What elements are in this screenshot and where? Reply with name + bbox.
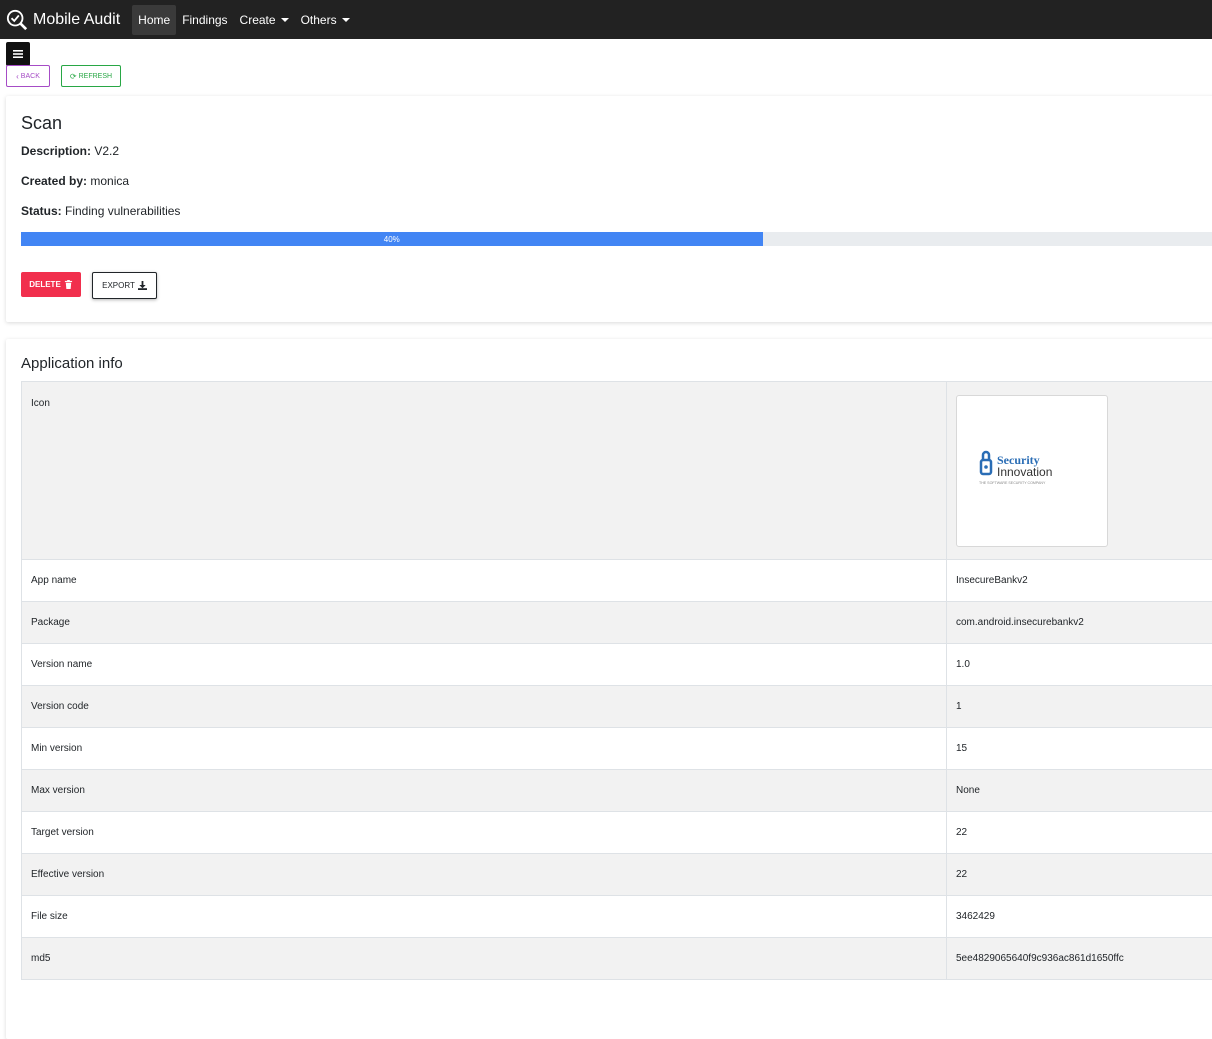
row-value: 22: [947, 854, 1212, 896]
row-value: None: [947, 770, 1212, 812]
nav-menu: Home Findings Create Others: [132, 0, 355, 39]
nav-others-dropdown[interactable]: Others: [295, 5, 356, 35]
row-key: md5: [22, 938, 947, 980]
caret-down-icon: [342, 18, 350, 22]
row-key: Package: [22, 602, 947, 644]
table-row: Min version15: [22, 728, 1212, 770]
caret-down-icon: [281, 18, 289, 22]
scan-title: Scan: [21, 113, 62, 134]
row-key: Icon: [22, 382, 947, 560]
table-row: File size3462429: [22, 896, 1212, 938]
row-key: Version code: [22, 686, 947, 728]
scan-status: Status: Finding vulnerabilities: [21, 204, 180, 218]
app-icon-image: Security Innovation THE SOFTWARE SECURIT…: [956, 395, 1108, 547]
logo-tagline: THE SOFTWARE SECURITY COMPANY: [979, 481, 1046, 485]
application-info-title: Application info: [21, 355, 123, 372]
progress-label: 40%: [384, 235, 400, 244]
row-key: Max version: [22, 770, 947, 812]
download-icon: [138, 281, 147, 290]
table-row-icon: Icon Security Innovation THE SOFTWARE SE…: [22, 382, 1212, 560]
created-by-value: monica: [90, 174, 129, 188]
nav-findings-label: Findings: [182, 13, 227, 27]
scan-progress-bar: 40%: [21, 232, 763, 246]
table-row: md55ee4829065640f9c936ac861d1650ffc: [22, 938, 1212, 980]
table-row: Packagecom.android.insecurebankv2: [22, 602, 1212, 644]
export-button[interactable]: EXPORT: [92, 272, 157, 299]
scan-description: Description: V2.2: [21, 144, 119, 158]
description-label: Description:: [21, 144, 91, 158]
row-value: 1.0: [947, 644, 1212, 686]
back-label: BACK: [21, 73, 40, 80]
row-key: File size: [22, 896, 947, 938]
row-value: 15: [947, 728, 1212, 770]
table-row: App nameInsecureBankv2: [22, 560, 1212, 602]
application-info-card: Application info Icon Security Innovatio…: [6, 339, 1212, 1039]
export-label: EXPORT: [102, 281, 135, 290]
nav-findings[interactable]: Findings: [176, 5, 233, 35]
status-value: Finding vulnerabilities: [65, 204, 180, 218]
nav-home[interactable]: Home: [132, 5, 176, 35]
table-row: Target version22: [22, 812, 1212, 854]
row-key: Target version: [22, 812, 947, 854]
row-value: 3462429: [947, 896, 1212, 938]
scan-created-by: Created by: monica: [21, 174, 129, 188]
nav-create-dropdown[interactable]: Create: [234, 5, 295, 35]
sidebar-toggle-button[interactable]: [6, 42, 30, 66]
delete-label: DELETE: [29, 280, 61, 289]
nav-create-label: Create: [240, 13, 276, 27]
status-label: Status:: [21, 204, 62, 218]
table-row: Version name1.0: [22, 644, 1212, 686]
check-magnifier-icon: [6, 9, 28, 31]
trash-icon: [64, 280, 73, 289]
row-key: Effective version: [22, 854, 947, 896]
scan-progress: 40%: [21, 232, 1212, 246]
row-value: Security Innovation THE SOFTWARE SECURIT…: [947, 382, 1212, 560]
row-value: com.android.insecurebankv2: [947, 602, 1212, 644]
description-value: V2.2: [94, 144, 119, 158]
refresh-label: REFRESH: [79, 73, 112, 80]
brand-link[interactable]: Mobile Audit: [6, 0, 120, 39]
row-value: InsecureBankv2: [947, 560, 1212, 602]
chevron-left-icon: ‹: [16, 72, 19, 81]
row-key: Min version: [22, 728, 947, 770]
brand-name: Mobile Audit: [33, 11, 120, 29]
hamburger-icon: [13, 49, 23, 59]
back-button[interactable]: ‹ BACK: [6, 65, 50, 87]
scan-card: Scan Description: V2.2 Created by: monic…: [6, 96, 1212, 322]
nav-home-label: Home: [138, 13, 170, 27]
row-value: 1: [947, 686, 1212, 728]
table-row: Effective version22: [22, 854, 1212, 896]
refresh-button[interactable]: ⟳ REFRESH: [61, 65, 121, 87]
top-navbar: Mobile Audit Home Findings Create Others: [0, 0, 1212, 39]
application-info-table: Icon Security Innovation THE SOFTWARE SE…: [21, 381, 1212, 980]
row-value: 22: [947, 812, 1212, 854]
refresh-icon: ⟳: [70, 72, 77, 81]
created-by-label: Created by:: [21, 174, 87, 188]
nav-others-label: Others: [301, 13, 337, 27]
logo-text-innovation: Innovation: [997, 465, 1052, 479]
row-value: 5ee4829065640f9c936ac861d1650ffc: [947, 938, 1212, 980]
security-innovation-logo: Security Innovation THE SOFTWARE SECURIT…: [977, 446, 1087, 496]
row-key: App name: [22, 560, 947, 602]
delete-button[interactable]: DELETE: [21, 272, 81, 297]
row-key: Version name: [22, 644, 947, 686]
table-row: Max versionNone: [22, 770, 1212, 812]
table-row: Version code1: [22, 686, 1212, 728]
